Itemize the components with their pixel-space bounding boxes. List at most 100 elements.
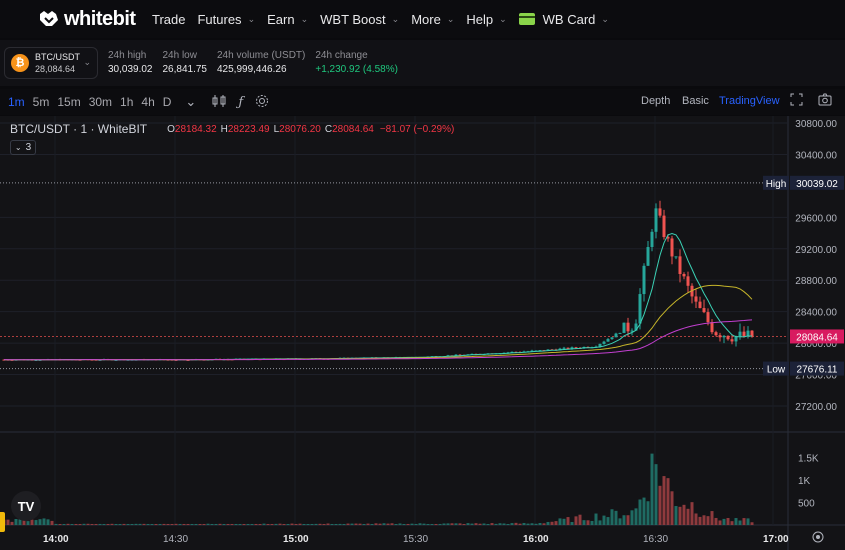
view-tradingview[interactable]: TradingView — [719, 95, 780, 107]
volume-bar — [518, 523, 522, 525]
volume-bar — [62, 524, 66, 525]
volume-bar — [466, 523, 470, 525]
volume-bar — [634, 508, 638, 525]
timeframe-30m[interactable]: 30m — [89, 95, 112, 109]
nav-wbt-boost[interactable]: WBT Boost ⌄ — [320, 12, 399, 27]
volume-bar — [46, 519, 50, 525]
whitebit-logo[interactable]: whitebit — [38, 8, 138, 31]
indicators-icon[interactable]: ƒ — [238, 95, 243, 110]
volume-bar — [202, 524, 206, 525]
timeframe-1m[interactable]: 1m — [8, 95, 25, 109]
volume-bar — [326, 523, 330, 525]
volume-bar — [346, 523, 350, 525]
stat-value: 26,841.75 — [162, 64, 208, 75]
volume-bar — [230, 524, 234, 525]
volume-bar — [418, 523, 422, 525]
bitcoin-icon: ₿ — [11, 54, 29, 72]
volume-bar — [66, 523, 70, 525]
volume-bar — [614, 510, 618, 525]
volume-bar — [10, 521, 14, 525]
volume-bar — [198, 524, 202, 525]
price-chart[interactable]: 30800.00 30400.00 29600.00 29200.00 28800.00… — [0, 116, 845, 550]
candle-body — [682, 274, 686, 277]
tradingview-logo-icon[interactable]: TV — [11, 491, 41, 521]
candle-body — [622, 322, 626, 333]
nav-more[interactable]: More ⌄ — [411, 12, 454, 27]
nav-help[interactable]: Help ⌄ — [466, 12, 506, 27]
volume-bar — [330, 524, 334, 525]
volume-bar — [370, 524, 374, 525]
volume-bar — [402, 524, 406, 525]
candle-body — [702, 308, 706, 313]
side-panel-tab[interactable] — [0, 512, 5, 532]
low-tag: Low — [767, 365, 786, 376]
nav-earn[interactable]: Earn ⌄ — [267, 12, 308, 27]
candle-body — [618, 332, 622, 334]
timeframe-1h[interactable]: 1h — [120, 95, 133, 109]
stat-label: 24h low — [162, 50, 197, 61]
camera-icon[interactable] — [818, 93, 832, 109]
volume-bar — [542, 523, 546, 525]
volume-bar — [354, 523, 358, 525]
timeframe-5m[interactable]: 5m — [33, 95, 50, 109]
pair-selector[interactable]: ₿ BTC/USDT 28,084.64 ⌄ — [4, 47, 98, 79]
fullscreen-icon[interactable] — [790, 93, 803, 109]
view-depth[interactable]: Depth — [641, 95, 670, 107]
change-value: +1,230.92 — [315, 64, 361, 75]
candle-body — [718, 335, 722, 338]
volume-bar — [30, 519, 34, 525]
view-basic[interactable]: Basic — [682, 95, 709, 107]
candle-body — [714, 332, 718, 336]
volume-bar — [734, 518, 738, 525]
volume-bar — [54, 523, 58, 525]
chevron-down-icon: ⌄ — [14, 143, 22, 152]
volume-bar — [630, 510, 634, 525]
chart-area[interactable]: 30800.00 30400.00 29600.00 29200.00 28800.00… — [0, 116, 845, 550]
volume-bar — [750, 522, 754, 525]
volume-bar — [142, 523, 146, 525]
volume-bar — [598, 520, 602, 525]
volume-bar — [78, 524, 82, 525]
nav-trade[interactable]: Trade — [152, 12, 185, 27]
chevron-down-icon[interactable]: ⌄ — [185, 94, 196, 110]
volume-bar — [462, 524, 466, 525]
volume-bar — [50, 520, 54, 525]
timeframe-d[interactable]: D — [163, 95, 172, 109]
volume-bar — [498, 523, 502, 525]
indicators-toggle[interactable]: ⌄ 3 — [10, 140, 36, 155]
time-label: 16:30 — [643, 534, 669, 545]
volume-bar — [478, 523, 482, 525]
time-label: 17:00 — [763, 534, 789, 545]
volume-bar — [646, 501, 650, 525]
volume-tick-label: 1.5K — [798, 454, 819, 465]
volume-bar — [670, 491, 674, 525]
legend-change: −81.07 (−0.29%) — [379, 123, 455, 135]
price-tick-label: 28400.00 — [795, 308, 837, 319]
nav-wbt-boost-label: WBT Boost — [320, 11, 386, 27]
volume-bar — [586, 520, 590, 525]
volume-bar — [570, 522, 574, 525]
candle-body — [658, 208, 662, 216]
legend-close-label: C — [324, 123, 333, 135]
candle-body — [730, 339, 734, 342]
nav-earn-label: Earn — [267, 11, 295, 27]
timeframe-15m[interactable]: 15m — [57, 95, 80, 109]
timeframe-4h[interactable]: 4h — [141, 95, 154, 109]
volume-bar — [266, 524, 270, 525]
volume-bar — [654, 464, 658, 525]
nav-more-label: More — [411, 11, 441, 27]
volume-bar — [126, 524, 130, 525]
volume-bar — [674, 506, 678, 525]
volume-bar — [638, 499, 642, 525]
candles-icon[interactable] — [212, 94, 226, 111]
volume-bar — [258, 524, 262, 525]
volume-bar — [618, 518, 622, 525]
settings-gear-icon[interactable] — [255, 94, 269, 111]
nav-futures[interactable]: Futures ⌄ — [197, 12, 255, 27]
volume-bar — [318, 523, 322, 525]
nav-wb-card[interactable]: WB Card ⌄ — [518, 12, 609, 27]
volume-bar — [682, 504, 686, 525]
volume-bar — [134, 523, 138, 525]
legend-low-value: 28076.20 — [279, 123, 321, 135]
nav-futures-label: Futures — [197, 11, 242, 27]
